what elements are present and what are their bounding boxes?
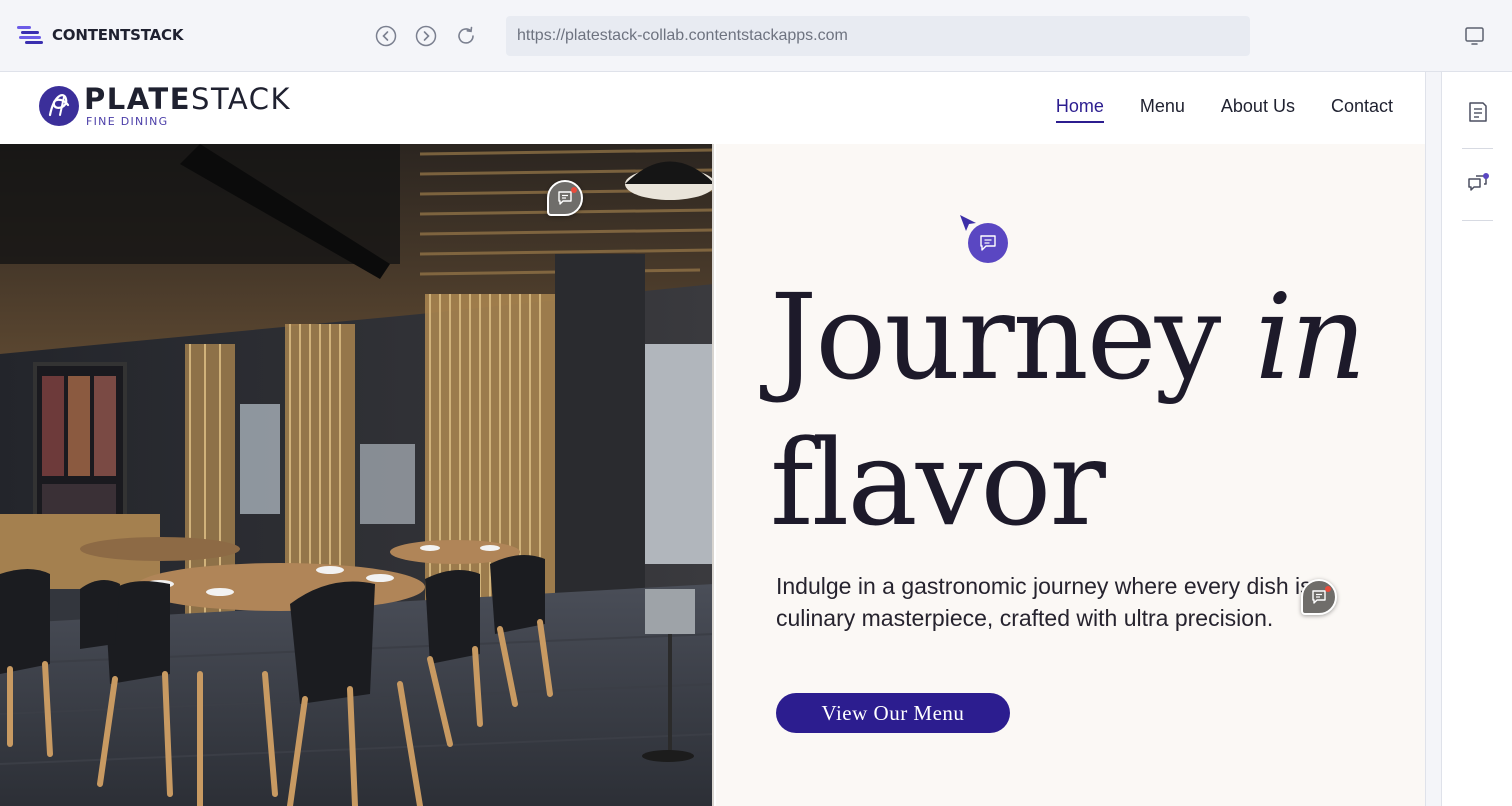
collab-sidebar	[1441, 72, 1512, 806]
comment-icon	[980, 235, 996, 251]
reload-button[interactable]	[455, 25, 477, 47]
contentstack-logo: CONTENTSTACK	[17, 24, 183, 46]
sidebar-divider	[1462, 220, 1493, 221]
hero-description: Indulge in a gastronomic journey where e…	[776, 573, 1331, 631]
reload-icon	[458, 26, 474, 44]
site-nav: Home Menu About Us Contact	[1055, 96, 1393, 123]
notes-button[interactable]	[1466, 100, 1490, 124]
brand-name-light: STACK	[191, 82, 291, 116]
comments-button[interactable]	[1466, 172, 1490, 196]
hero-title-flavor: flavor	[770, 414, 1106, 552]
contentstack-mark-icon	[17, 26, 43, 44]
url-bar[interactable]: https://platestack-collab.contentstackap…	[506, 16, 1250, 56]
site-header: PLATESTACK FINE DINING Home Menu About U…	[0, 72, 1425, 144]
site-preview: PLATESTACK FINE DINING Home Menu About U…	[0, 72, 1425, 806]
chevron-left-circle-icon	[375, 25, 397, 47]
comment-icon	[558, 191, 572, 205]
view-menu-button[interactable]: View Our Menu	[776, 693, 1010, 733]
comment-icon	[1312, 590, 1326, 604]
monitor-icon	[1465, 27, 1484, 45]
app-toolbar: CONTENTSTACK https://platestack-collab.c…	[0, 0, 1512, 72]
unread-dot	[571, 187, 577, 193]
unread-dot	[1325, 586, 1331, 592]
brand-name-bold: PLATE	[84, 82, 192, 116]
nav-contact[interactable]: Contact	[1331, 96, 1393, 123]
comments-icon	[1468, 173, 1489, 191]
note-icon	[1469, 102, 1487, 122]
device-preview-button[interactable]	[1463, 25, 1487, 47]
add-comment-pin[interactable]	[968, 223, 1008, 263]
preview-scrollbar-gutter	[1425, 72, 1441, 806]
platestack-mark-icon	[39, 86, 79, 126]
url-text: https://platestack-collab.contentstackap…	[517, 27, 848, 44]
nav-menu[interactable]: Menu	[1140, 96, 1185, 123]
hero-title-journey: Journey	[770, 268, 1255, 406]
comment-pin-description[interactable]	[1301, 579, 1337, 615]
nav-about-us[interactable]: About Us	[1221, 96, 1295, 123]
chevron-right-circle-icon	[415, 25, 437, 47]
forward-button[interactable]	[415, 25, 437, 47]
hero-image	[0, 144, 714, 806]
hero-panel: Journey in flavor Indulge in a gastronom…	[716, 144, 1425, 806]
platestack-logo[interactable]: PLATESTACK FINE DINING	[38, 85, 291, 128]
comment-pin-image[interactable]	[547, 180, 583, 216]
sidebar-divider	[1462, 148, 1493, 149]
hero-title: Journey in flavor	[770, 264, 1410, 556]
hero-title-in: in	[1254, 268, 1367, 406]
brand-name: PLATESTACK	[84, 85, 291, 114]
brand-tagline: FINE DINING	[86, 115, 169, 128]
restaurant-interior-illustration	[0, 144, 714, 806]
contentstack-logo-text: CONTENTSTACK	[52, 26, 184, 44]
nav-home[interactable]: Home	[1055, 96, 1104, 123]
back-button[interactable]	[375, 25, 397, 47]
